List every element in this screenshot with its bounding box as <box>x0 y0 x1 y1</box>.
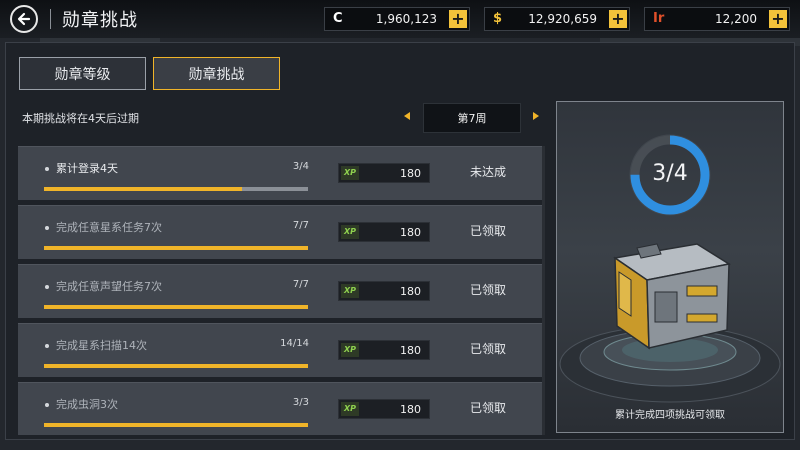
task-progress-fill <box>44 364 308 368</box>
bullet-dot <box>45 403 49 407</box>
task-progress-bar <box>44 187 308 191</box>
task-progress-fill <box>44 187 242 191</box>
title-divider <box>50 9 51 29</box>
top-bar: 勋章挑战 C 1,960,123 + $ 12,920,659 + Ir 12,… <box>0 0 800 38</box>
dollar-icon: $ <box>493 11 503 26</box>
iridium-icon: Ir <box>653 11 665 26</box>
add-credits-button[interactable]: + <box>449 10 467 28</box>
task-row[interactable]: 完成星系扫描14次 14/14 XP 180 已领取 <box>18 323 542 377</box>
xp-value: 180 <box>400 167 421 180</box>
prev-week-arrow-icon[interactable] <box>404 112 410 120</box>
back-button[interactable] <box>10 5 38 33</box>
week-selector[interactable]: 第7周 <box>423 103 521 133</box>
xp-value: 180 <box>400 403 421 416</box>
task-label: 完成虫洞3次 <box>56 398 118 411</box>
task-progress-bar <box>44 423 308 427</box>
task-row[interactable]: 完成任意星系任务7次 7/7 XP 180 已领取 <box>18 205 542 259</box>
add-iridium-button[interactable]: + <box>769 10 787 28</box>
xp-reward: XP 180 <box>338 399 430 419</box>
xp-icon: XP <box>341 225 359 239</box>
task-progress: 7/7 <box>292 220 309 231</box>
xp-icon: XP <box>341 343 359 357</box>
task-progress: 14/14 <box>280 338 309 349</box>
bullet-dot <box>45 285 49 289</box>
bullet-dot <box>45 344 49 348</box>
xp-reward: XP 180 <box>338 163 430 183</box>
task-label: 完成任意星系任务7次 <box>56 221 162 234</box>
xp-value: 180 <box>400 344 421 357</box>
reward-crate[interactable] <box>613 243 732 350</box>
money-value: 12,920,659 <box>528 12 597 26</box>
reward-panel: 3/4 累计完成四项挑战可领取 <box>556 101 784 433</box>
reward-caption: 累计完成四项挑战可领取 <box>615 410 725 421</box>
credits-value: 1,960,123 <box>375 12 437 26</box>
xp-value: 180 <box>400 226 421 239</box>
tab-medal-challenge[interactable]: 勋章挑战 <box>153 57 280 90</box>
task-status[interactable]: 已领取 <box>458 222 518 239</box>
task-label: 完成任意声望任务7次 <box>56 280 162 293</box>
task-row[interactable]: 完成任意声望任务7次 7/7 XP 180 已领取 <box>18 264 542 318</box>
reward-progress-text: 3/4 <box>652 161 688 186</box>
task-progress-fill <box>44 423 308 427</box>
iridium-value: 12,200 <box>715 12 757 26</box>
add-money-button[interactable]: + <box>609 10 627 28</box>
currency-iridium: Ir 12,200 + <box>644 7 790 31</box>
xp-reward: XP 180 <box>338 281 430 301</box>
task-row[interactable]: 累计登录4天 3/4 XP 180 未达成 <box>18 146 542 200</box>
xp-value: 180 <box>400 285 421 298</box>
expire-notice: 本期挑战将在4天后过期 <box>22 112 139 125</box>
task-progress-bar <box>44 246 308 250</box>
xp-icon: XP <box>341 166 359 180</box>
tab-medal-level[interactable]: 勋章等级 <box>19 57 146 90</box>
currency-credits: C 1,960,123 + <box>324 7 470 31</box>
task-status[interactable]: 已领取 <box>458 340 518 357</box>
task-row[interactable]: 完成虫洞3次 3/3 XP 180 已领取 <box>18 382 542 435</box>
bullet-dot <box>45 167 49 171</box>
task-status[interactable]: 已领取 <box>458 281 518 298</box>
arrow-left-icon <box>17 12 31 26</box>
task-progress-fill <box>44 305 308 309</box>
page-title: 勋章挑战 <box>62 10 138 31</box>
xp-reward: XP 180 <box>338 222 430 242</box>
task-progress-bar <box>44 364 308 368</box>
task-progress-bar <box>44 305 308 309</box>
next-week-arrow-icon[interactable] <box>533 112 539 120</box>
task-progress-fill <box>44 246 308 250</box>
task-label: 累计登录4天 <box>56 162 118 175</box>
task-progress: 3/4 <box>292 161 309 172</box>
xp-reward: XP 180 <box>338 340 430 360</box>
currency-money: $ 12,920,659 + <box>484 7 630 31</box>
credits-icon: C <box>333 11 343 26</box>
xp-icon: XP <box>341 284 359 298</box>
task-list: 累计登录4天 3/4 XP 180 未达成 完成任意星系任务7次 7/7 XP 180 已领取 完成… <box>18 146 542 435</box>
bullet-dot <box>45 226 49 230</box>
scrollbar[interactable] <box>542 146 545 435</box>
task-progress: 3/3 <box>292 397 309 408</box>
task-progress: 7/7 <box>292 279 309 290</box>
task-status[interactable]: 未达成 <box>458 163 518 180</box>
task-status[interactable]: 已领取 <box>458 399 518 416</box>
task-label: 完成星系扫描14次 <box>56 339 147 352</box>
xp-icon: XP <box>341 402 359 416</box>
